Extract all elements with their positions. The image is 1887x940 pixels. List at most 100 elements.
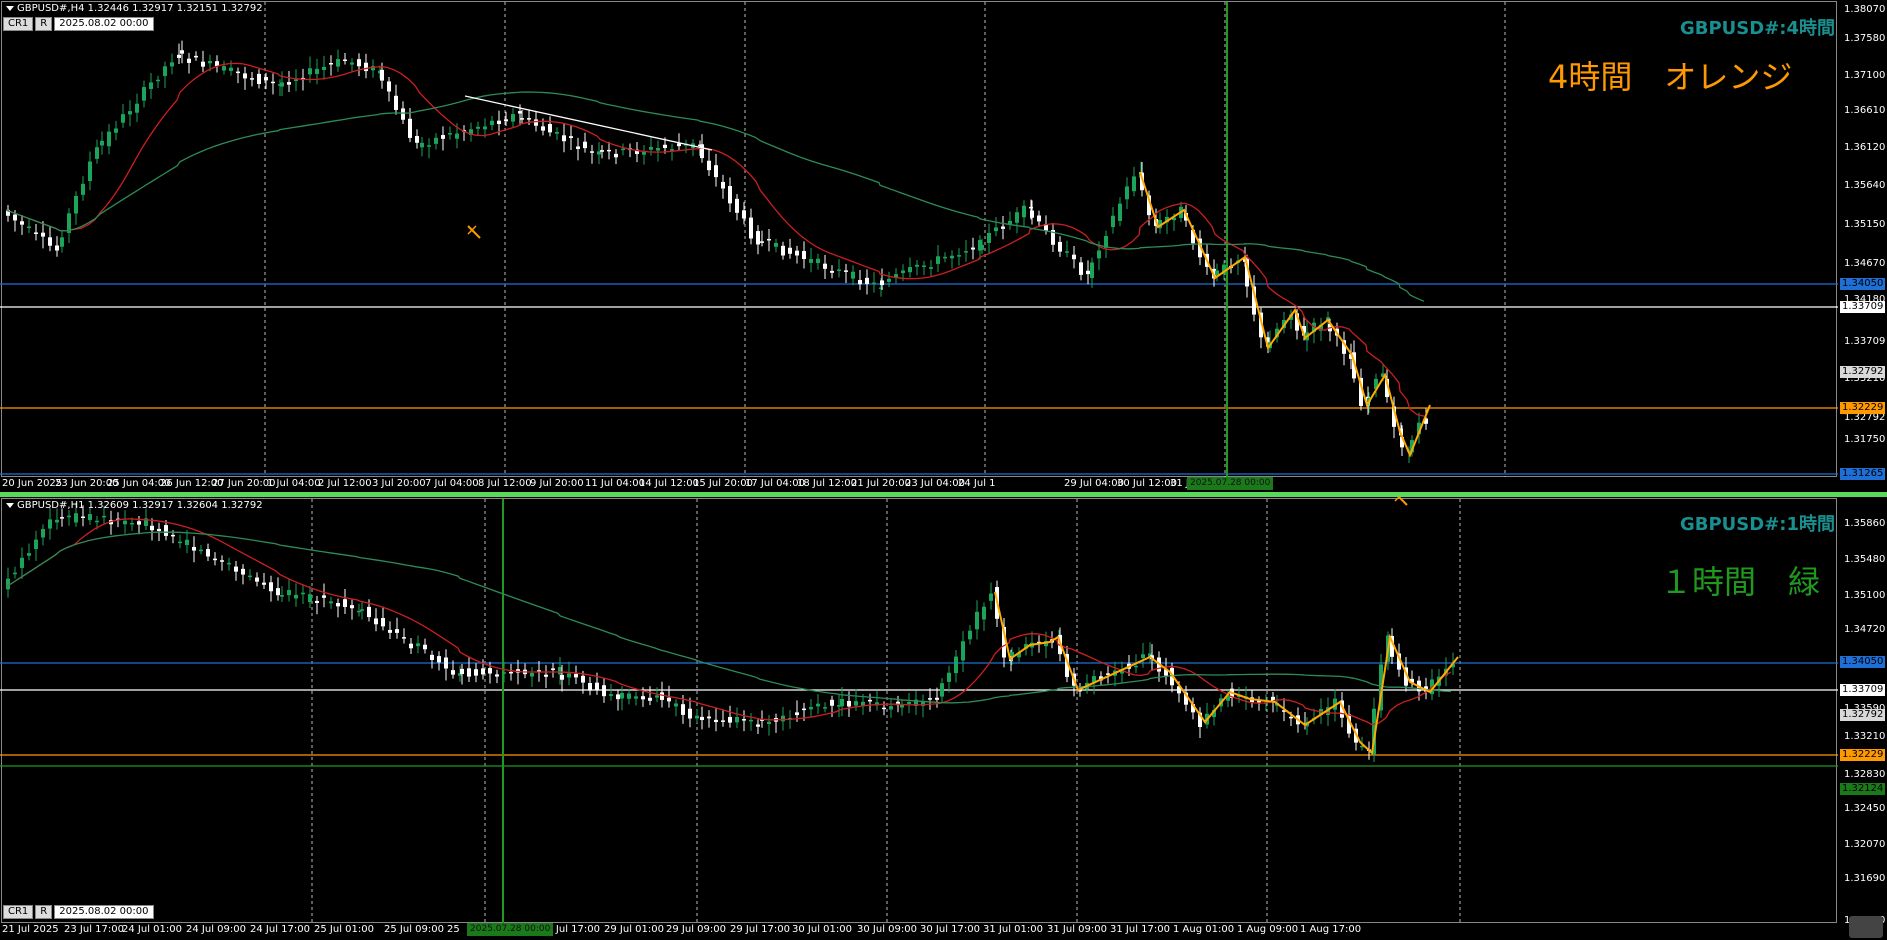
h1-chart-pane[interactable]: GBPUSD#,H1 1.32609 1.32917 1.32604 1.327…: [0, 497, 1887, 940]
r-button[interactable]: R: [35, 905, 53, 919]
candle-body: [541, 126, 545, 131]
time-axis-label: 15 Jul 20:00: [693, 478, 753, 489]
candle-body: [374, 618, 378, 625]
candle-body: [1022, 205, 1026, 218]
candle-body: [634, 696, 638, 699]
time-axis-label: 20 Jun 2025: [2, 478, 63, 489]
time-axis-label: 25 Jul 01:00: [314, 924, 374, 935]
candle-body: [534, 119, 538, 126]
candle-body: [329, 601, 333, 604]
time-axis-label: 1 Aug 17:00: [1300, 924, 1362, 935]
candle-body: [395, 629, 399, 633]
candle-body: [164, 525, 168, 536]
candle-body: [760, 241, 764, 243]
candle-body: [1072, 254, 1076, 260]
price-axis-label: 1.35150: [1844, 219, 1886, 230]
candle-body: [663, 144, 667, 148]
cr1-button[interactable]: CR1: [3, 17, 34, 31]
candle-body: [975, 611, 979, 630]
candle-body: [562, 135, 566, 142]
price-axis-label: 1.31750: [1844, 434, 1886, 445]
candle-body: [322, 66, 326, 71]
h4-time-axis: 20 Jun 2025 23 Jun 20:00 25 Jun 04:00 26 Ju…: [0, 477, 1838, 491]
candle-body: [964, 251, 968, 253]
candle-body: [474, 669, 478, 676]
candle-body: [177, 54, 181, 58]
price-axis-label: 1.32830: [1844, 769, 1886, 780]
candle-body: [1090, 262, 1094, 278]
price-axis-label: 1.38070: [1844, 4, 1886, 15]
time-axis-label: 31 Jul 09:00: [1047, 924, 1107, 935]
candle-body: [13, 572, 17, 575]
h4-price-axis[interactable]: 1.38070 1.37580 1.37100 1.36610 1.36120 1.356…: [1838, 0, 1887, 492]
candle-body: [149, 82, 153, 89]
price-tag: 1.32229: [1840, 749, 1886, 761]
candle-body: [236, 71, 240, 74]
h4-toolbar: CR1 R 2025.08.02 00:00: [3, 17, 154, 31]
time-axis-label: 25 Jul 09:00: [384, 924, 444, 935]
price-tag: 1.34050: [1840, 278, 1886, 290]
candle-body: [360, 609, 364, 611]
candle-body: [576, 146, 580, 150]
h1-chart-canvas[interactable]: [0, 497, 1887, 940]
date-field[interactable]: 2025.08.02 00:00: [54, 905, 154, 919]
candle-body: [707, 716, 711, 719]
h1-symbol-label: GBPUSD#:1時間: [1679, 514, 1835, 535]
candle-body: [620, 693, 624, 699]
candle-body: [201, 61, 205, 67]
candle-body: [971, 247, 975, 250]
r-button[interactable]: R: [35, 17, 53, 31]
candle-body: [264, 77, 268, 81]
h1-price-axis[interactable]: 1.358601.354801.351001.347201.343401.339…: [1838, 497, 1887, 940]
price-axis-label: 1.36610: [1844, 105, 1886, 116]
candle-body: [742, 719, 746, 721]
date-field[interactable]: 2025.08.02 00:00: [54, 17, 154, 31]
h1-chart-title: GBPUSD#,H1 1.32609 1.32917 1.32604 1.327…: [6, 500, 263, 511]
time-axis-label: 9 Jul 20:00: [530, 478, 584, 489]
candle-body: [735, 716, 739, 723]
time-axis-label: 29 Jul 09:00: [666, 924, 726, 935]
candle-body: [95, 147, 99, 159]
candle-body: [922, 265, 926, 268]
price-axis-label: 1.37100: [1844, 70, 1886, 81]
candle-body: [222, 66, 226, 71]
candle-body: [700, 716, 704, 721]
candle-body: [444, 657, 448, 669]
price-axis-label: 1.32450: [1844, 803, 1886, 814]
time-axis-label: 24 Jul 01:00: [122, 924, 182, 935]
candle-body: [816, 258, 820, 264]
time-axis-label: 17 Jul 04:00: [745, 478, 805, 489]
candle-body: [980, 244, 984, 250]
candle-body: [220, 560, 224, 562]
candle-body: [840, 698, 844, 707]
candle-body: [262, 582, 266, 585]
time-axis-label: 27 Jun 20:00: [212, 478, 276, 489]
candle-body: [280, 82, 284, 87]
price-tag: 1.34050: [1840, 656, 1886, 668]
candle-body: [837, 269, 841, 271]
candle-body: [735, 198, 739, 213]
time-axis-label: 24 Jul 17:00: [250, 924, 310, 935]
candle-body: [681, 704, 685, 715]
candle-body: [667, 697, 671, 702]
candle-body: [767, 238, 771, 241]
candle-body: [142, 87, 146, 101]
time-axis-label: 29 Jul 17:00: [730, 924, 790, 935]
candle-body: [60, 237, 64, 247]
candle-body: [227, 562, 231, 565]
candle-body: [294, 79, 298, 82]
candle-body: [1132, 176, 1136, 192]
candle-body: [427, 145, 431, 147]
h4-chart-title: GBPUSD#,H4 1.32446 1.32917 1.32151 1.327…: [6, 3, 263, 14]
candle-body: [560, 674, 564, 680]
price-tag: 1.33709: [1840, 684, 1886, 696]
candle-body: [816, 703, 820, 707]
candle-body: [868, 699, 872, 702]
fast-moving-average-line: [5, 62, 1425, 417]
dropdown-triangle-icon[interactable]: [6, 502, 14, 508]
h4-chart-pane[interactable]: GBPUSD#,H4 1.32446 1.32917 1.32151 1.327…: [0, 0, 1887, 492]
cr1-button[interactable]: CR1: [3, 905, 34, 919]
dropdown-triangle-icon[interactable]: [6, 5, 14, 11]
candle-body: [880, 280, 884, 286]
candle-body: [315, 600, 319, 604]
